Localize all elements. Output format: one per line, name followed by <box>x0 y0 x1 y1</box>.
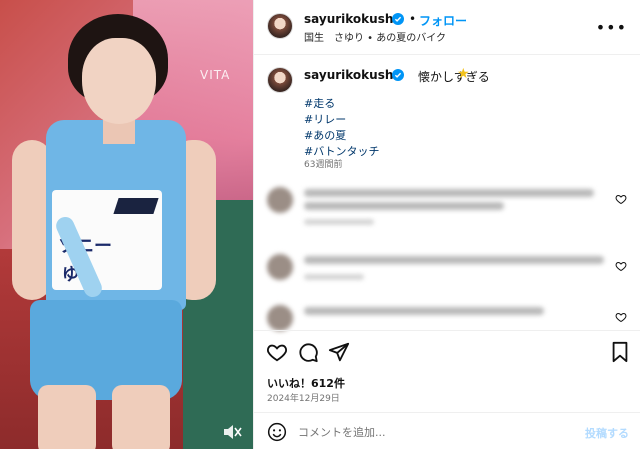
hashtag-link[interactable]: #リレー <box>304 112 380 128</box>
verified-badge-icon <box>392 69 404 81</box>
heart-icon[interactable] <box>615 193 627 205</box>
comment-meta-blurred <box>304 274 364 280</box>
hashtag-list: #走る #リレー #あの夏 #バトンタッチ <box>304 96 380 160</box>
bib-logo <box>113 198 159 214</box>
share-icon[interactable] <box>328 341 350 363</box>
mute-icon[interactable] <box>222 423 242 441</box>
caption-text: 懐かしすぎる <box>418 70 490 84</box>
like-count[interactable]: いいね！612件 <box>267 375 345 391</box>
follow-button[interactable]: フォロー <box>419 12 467 29</box>
comment-avatar <box>267 254 293 280</box>
comment-text-blurred <box>304 256 604 264</box>
author-username[interactable]: sayurikokusho <box>304 12 402 26</box>
comment-text-blurred <box>304 307 544 315</box>
comment-input[interactable] <box>298 421 558 443</box>
comment-icon[interactable] <box>297 341 319 363</box>
separator: • <box>409 12 417 26</box>
post-subtitle[interactable]: 国生 さゆり • あの夏のバイク <box>304 29 446 44</box>
comment-text-blurred <box>304 202 504 210</box>
heart-icon[interactable] <box>266 341 288 363</box>
comment-composer: 投稿する <box>254 412 640 449</box>
star-emoji: ★ <box>457 66 470 82</box>
avatar[interactable] <box>267 13 293 39</box>
hashtag-link[interactable]: #走る <box>304 96 380 112</box>
post-comment-button[interactable]: 投稿する <box>585 425 629 441</box>
emoji-icon[interactable] <box>267 422 287 442</box>
caption-username[interactable]: sayurikokusho <box>304 68 402 82</box>
post-photo[interactable]: ソニー ゆり VITA <box>0 0 253 449</box>
comment-meta-blurred <box>304 219 374 225</box>
face <box>82 38 156 124</box>
heart-icon[interactable] <box>615 260 627 272</box>
leg-right <box>112 385 170 449</box>
comment-item <box>267 187 637 227</box>
watermark: VITA <box>200 68 231 82</box>
heart-icon[interactable] <box>615 311 627 323</box>
comment-item <box>267 254 637 294</box>
more-options-icon[interactable]: ••• <box>596 18 627 37</box>
caption-avatar[interactable] <box>267 67 293 93</box>
verified-badge-icon <box>392 13 404 25</box>
comment-text-blurred <box>304 189 594 197</box>
comment-avatar <box>267 187 293 213</box>
caption-time: 63週間前 <box>304 160 343 170</box>
bookmark-icon[interactable] <box>609 341 631 363</box>
leg-left <box>38 385 96 449</box>
hashtag-link[interactable]: #あの夏 <box>304 128 380 144</box>
comment-avatar <box>267 305 293 331</box>
post-header: sayurikokusho • フォロー 国生 さゆり • あの夏のバイク ••… <box>254 0 640 55</box>
post-date[interactable]: 2024年12月29日 <box>267 391 340 404</box>
post-side-panel: sayurikokusho • フォロー 国生 さゆり • あの夏のバイク ••… <box>253 0 640 449</box>
